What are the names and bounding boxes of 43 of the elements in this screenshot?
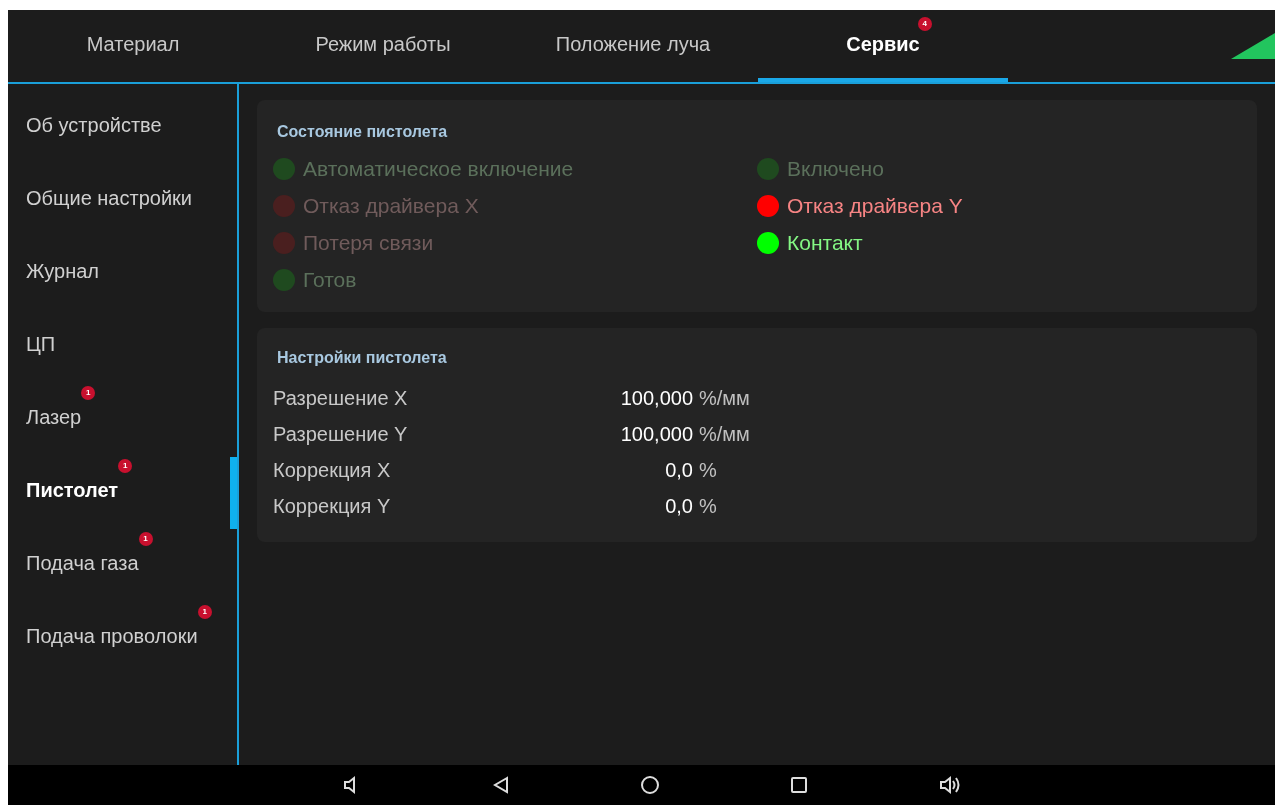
- notification-badge: 4: [917, 17, 932, 31]
- setting-label: Коррекция X: [273, 458, 392, 483]
- sidebar-item[interactable]: Пистолет: [26, 475, 119, 505]
- signal-icon: [1231, 33, 1275, 59]
- tab[interactable]: Материал: [8, 10, 258, 82]
- setting-value: 0,0: [664, 458, 693, 483]
- panel-title: Настройки пистолета: [276, 348, 448, 368]
- notification-badge: 1: [81, 386, 96, 400]
- status-label: Автоматическое включение: [303, 155, 574, 182]
- setting-value: 100,000: [619, 386, 693, 411]
- setting-label: Разрешение X: [273, 386, 409, 411]
- notification-badge: 1: [118, 459, 133, 473]
- sidebar-item[interactable]: Подача газа: [26, 548, 139, 578]
- status-label: Включено: [787, 155, 884, 182]
- status-label: Готов: [303, 266, 357, 293]
- unit-label: %/мм: [699, 422, 750, 447]
- home-icon[interactable]: [639, 775, 660, 795]
- sidebar-item[interactable]: Журнал: [26, 256, 99, 286]
- tab[interactable]: Положение луча: [508, 10, 758, 82]
- tab[interactable]: Режим работы: [258, 10, 508, 82]
- sidebar-item[interactable]: Лазер: [26, 402, 82, 432]
- back-icon[interactable]: [491, 775, 510, 795]
- selection-indicator: [230, 457, 237, 529]
- setting-value: 0,0: [664, 494, 693, 519]
- setting-label: Разрешение Y: [273, 422, 409, 447]
- status-label: Отказ драйвера Y: [787, 192, 963, 219]
- volume-up-icon[interactable]: [937, 775, 962, 795]
- status-label: Контакт: [787, 229, 863, 256]
- status-label: Отказ драйвера X: [303, 192, 479, 219]
- setting-value: 100,000: [619, 422, 693, 447]
- sidebar-item[interactable]: ЦП: [26, 329, 56, 359]
- panel-title: Состояние пистолета: [276, 122, 449, 142]
- notification-badge: 1: [138, 532, 153, 546]
- sidebar-item[interactable]: Подача проволоки: [26, 621, 198, 651]
- recents-icon[interactable]: [789, 776, 808, 794]
- unit-label: %/мм: [699, 386, 750, 411]
- setting-label: Коррекция Y: [273, 494, 392, 519]
- sidebar-item[interactable]: Общие настройки: [26, 183, 192, 213]
- status-label: Потеря связи: [303, 229, 434, 256]
- unit-label: %: [699, 494, 717, 519]
- notification-badge: 1: [197, 605, 212, 619]
- sidebar-item[interactable]: Об устройстве: [26, 110, 162, 140]
- unit-label: %: [699, 458, 717, 483]
